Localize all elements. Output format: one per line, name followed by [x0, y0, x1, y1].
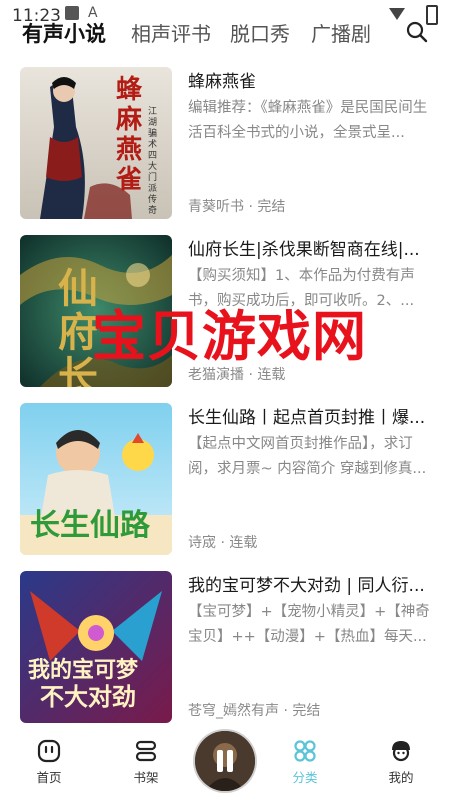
now-playing-button[interactable]	[195, 731, 255, 791]
book-description: 编辑推荐：《蜂麻燕雀》是民国民间生活百科全书式的小说，全景式呈...	[188, 100, 428, 141]
book-title[interactable]: 长生仙路丨起点首页封推丨爆...	[188, 403, 433, 428]
cover-title: 我的宝可梦	[28, 657, 139, 683]
cover-title: 蜂麻燕雀	[116, 75, 143, 195]
book-meta: 苍穹_嫣然有声 · 完结	[188, 703, 321, 719]
cover-subtitle: 江湖骗术四大门派传奇	[148, 107, 158, 216]
tab-crosstalk[interactable]: 相声评书	[131, 18, 211, 47]
nav-category[interactable]: 分类	[275, 738, 335, 786]
home-icon	[37, 739, 61, 763]
nav-mine-label: 我的	[388, 770, 414, 785]
bookshelf-icon	[135, 740, 157, 762]
album-art	[195, 731, 255, 791]
watermark-text: 宝贝游戏网	[92, 305, 367, 368]
book-title[interactable]: 蜂麻燕雀	[188, 67, 433, 92]
nav-mine[interactable]: 我的	[371, 738, 431, 786]
book-description: 【宝可梦】+【宠物小精灵】+【神奇宝贝】++【动漫】+【热血】每天...	[188, 604, 430, 645]
book-cover[interactable]: 我的宝可梦 不大对劲	[20, 571, 172, 723]
book-cover[interactable]: 长生仙路	[20, 403, 172, 555]
nav-home-label: 首页	[36, 770, 62, 785]
tab-radio-drama[interactable]: 广播剧	[311, 18, 371, 47]
nav-bookshelf[interactable]: 书架	[116, 738, 176, 786]
book-meta: 诗宬 · 连载	[188, 535, 258, 551]
bottom-nav: 首页 书架 分类 我的	[0, 728, 450, 800]
category-icon	[294, 740, 316, 762]
cover-title-line2: 不大对劲	[40, 682, 136, 711]
nav-bookshelf-label: 书架	[133, 770, 159, 785]
book-cover[interactable]: 蜂麻燕雀 江湖骗术四大门派传奇	[20, 67, 172, 219]
book-description: 【起点中文网首页封推作品】，求订阅，求月票~ 内容简介 穿越到修真...	[188, 436, 427, 477]
book-meta: 青葵听书 · 完结	[188, 199, 286, 215]
list-item[interactable]: 蜂麻燕雀 江湖骗术四大门派传奇 蜂麻燕雀 编辑推荐：《蜂麻燕雀》是民国民间生活百…	[0, 60, 450, 220]
book-title[interactable]: 仙府长生|杀伐果断智商在线|...	[188, 235, 433, 260]
pause-icon	[217, 750, 223, 772]
list-item[interactable]: 我的宝可梦 不大对劲 我的宝可梦不大对劲 | 同人衍... 【宝可梦】+【宠物小…	[0, 564, 450, 724]
cover-title: 长生仙路	[30, 508, 150, 543]
profile-icon	[392, 741, 410, 762]
search-icon[interactable]	[405, 20, 429, 44]
list-item[interactable]: 长生仙路 长生仙路丨起点首页封推丨爆... 【起点中文网首页封推作品】，求订阅，…	[0, 396, 450, 556]
nav-category-label: 分类	[292, 770, 318, 785]
book-title[interactable]: 我的宝可梦不大对劲 | 同人衍...	[188, 571, 433, 596]
nav-home[interactable]: 首页	[19, 738, 79, 786]
tab-audio-novel[interactable]: 有声小说	[22, 18, 106, 48]
tab-talk-show[interactable]: 脱口秀	[230, 18, 290, 47]
top-tab-bar: 有声小说 相声评书 脱口秀 广播剧	[0, 14, 450, 50]
